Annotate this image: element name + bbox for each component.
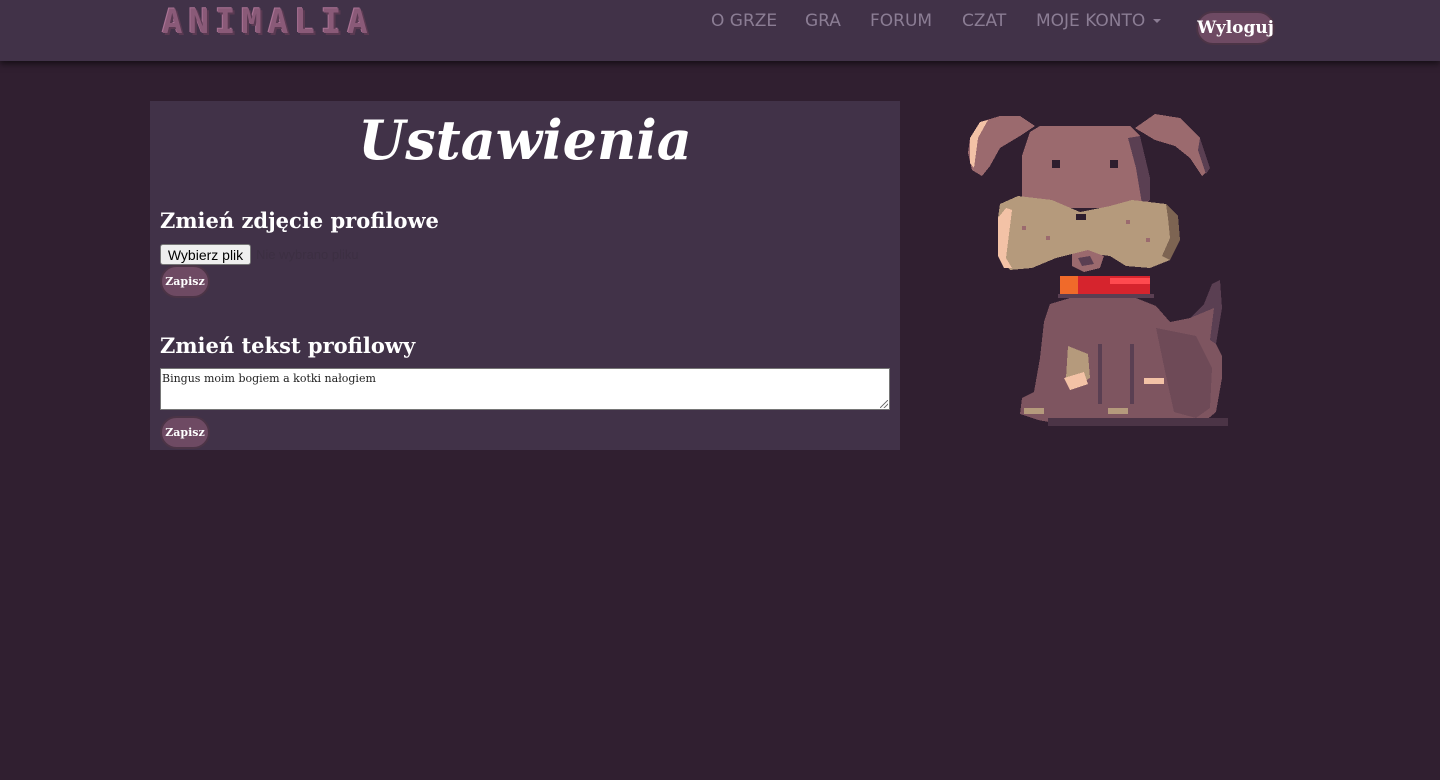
- settings-panel: Ustawienia Zmień zdjęcie profilowe Wybie…: [150, 101, 900, 450]
- logout-button[interactable]: Wyloguj: [1196, 11, 1275, 45]
- nav-dropdown-moje-konto[interactable]: MOJE KONTO: [1036, 10, 1162, 32]
- save-photo-button[interactable]: Zapisz: [160, 265, 210, 298]
- nav-link-forum[interactable]: FORUM: [870, 10, 932, 32]
- nav-link-czat[interactable]: CZAT: [962, 10, 1006, 32]
- top-navbar: ANIMALIA O GRZE GRA FORUM CZAT MOJE KONT…: [0, 0, 1440, 61]
- page-title: Ustawienia: [358, 108, 692, 172]
- choose-file-button[interactable]: Wybierz plik: [160, 244, 251, 265]
- nav-link-o-grze[interactable]: O GRZE: [711, 10, 777, 32]
- site-logo[interactable]: ANIMALIA: [162, 2, 374, 42]
- nav-dropdown-label: MOJE KONTO: [1036, 11, 1146, 31]
- text-section-heading: Zmień tekst profilowy: [160, 333, 416, 358]
- save-text-button[interactable]: Zapisz: [160, 416, 210, 449]
- profile-text-value: Bingus moim bogiem a kotki nałogiem: [162, 372, 376, 385]
- nav-link-gra[interactable]: GRA: [805, 10, 841, 32]
- pixel-dog-icon: [968, 114, 1228, 426]
- file-status-text: Nie wybrano pliku: [256, 247, 359, 262]
- photo-section-heading: Zmień zdjęcie profilowe: [160, 208, 439, 233]
- profile-text-input[interactable]: Bingus moim bogiem a kotki nałogiem: [160, 368, 890, 410]
- resize-grip-icon[interactable]: [880, 400, 888, 408]
- caret-down-icon: [1153, 19, 1162, 23]
